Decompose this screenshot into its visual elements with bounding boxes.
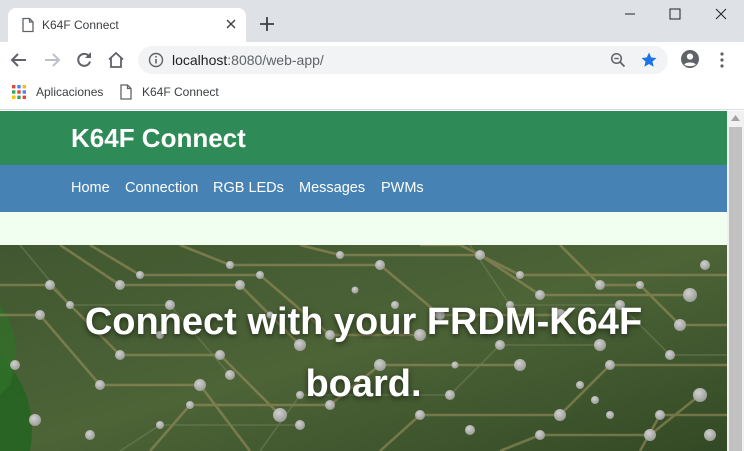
tab-strip: K64F Connect bbox=[0, 0, 744, 42]
site-nav: Home Connection RGB LEDs Messages PWMs bbox=[0, 165, 727, 212]
nav-home[interactable]: Home bbox=[71, 180, 110, 196]
page-icon bbox=[120, 84, 132, 100]
nav-rgb-leds[interactable]: RGB LEDs bbox=[213, 180, 284, 196]
content-spacer bbox=[0, 212, 727, 245]
nav-messages[interactable]: Messages bbox=[299, 180, 365, 196]
apps-grid-icon[interactable] bbox=[12, 85, 26, 99]
vertical-dots-icon[interactable] bbox=[714, 51, 730, 69]
plus-icon[interactable] bbox=[258, 15, 276, 33]
scrollbar-thumb[interactable] bbox=[729, 127, 742, 451]
tab-title: K64F Connect bbox=[42, 18, 119, 32]
bookmark-k64f-connect[interactable]: K64F Connect bbox=[142, 85, 219, 99]
hero-banner: Connect with your FRDM-K64F board. bbox=[0, 245, 727, 451]
hero-heading-line-1: Connect with your FRDM-K64F bbox=[84, 301, 643, 343]
close-icon[interactable] bbox=[224, 17, 238, 31]
arrow-left-icon[interactable] bbox=[9, 50, 29, 70]
hero-heading-line-2: board. bbox=[305, 363, 422, 405]
zoom-out-icon[interactable] bbox=[610, 52, 626, 68]
address-bar[interactable]: localhost:8080/web-app/ bbox=[138, 46, 668, 74]
address-host: localhost bbox=[172, 52, 228, 68]
site-title: K64F Connect bbox=[71, 123, 246, 153]
bookmark-apps[interactable]: Aplicaciones bbox=[36, 85, 103, 99]
scroll-up-arrow-icon[interactable] bbox=[731, 115, 740, 121]
reload-icon[interactable] bbox=[74, 50, 94, 70]
window-close-icon[interactable] bbox=[713, 6, 729, 22]
address-text[interactable]: localhost:8080/web-app/ bbox=[172, 52, 324, 68]
account-icon[interactable] bbox=[680, 49, 700, 69]
page-icon bbox=[22, 17, 34, 33]
page-viewport: K64F Connect Home Connection RGB LEDs Me… bbox=[0, 111, 744, 451]
site-header: K64F Connect bbox=[0, 111, 727, 165]
minimize-icon[interactable] bbox=[622, 6, 638, 22]
maximize-icon[interactable] bbox=[667, 6, 683, 22]
nav-connection[interactable]: Connection bbox=[125, 180, 198, 196]
home-icon[interactable] bbox=[106, 50, 126, 70]
info-icon[interactable] bbox=[148, 52, 164, 68]
bookmarks-bar: Aplicaciones K64F Connect bbox=[0, 78, 744, 110]
nav-pwms[interactable]: PWMs bbox=[381, 180, 424, 196]
page-scrollbar[interactable] bbox=[727, 111, 744, 451]
hero-heading: Connect with your FRDM-K64F board. bbox=[0, 291, 727, 415]
browser-tab[interactable]: K64F Connect bbox=[8, 8, 246, 42]
star-icon[interactable] bbox=[640, 51, 658, 69]
browser-toolbar: localhost:8080/web-app/ bbox=[0, 42, 744, 78]
arrow-right-icon[interactable] bbox=[42, 50, 62, 70]
address-path: :8080/web-app/ bbox=[227, 52, 324, 68]
